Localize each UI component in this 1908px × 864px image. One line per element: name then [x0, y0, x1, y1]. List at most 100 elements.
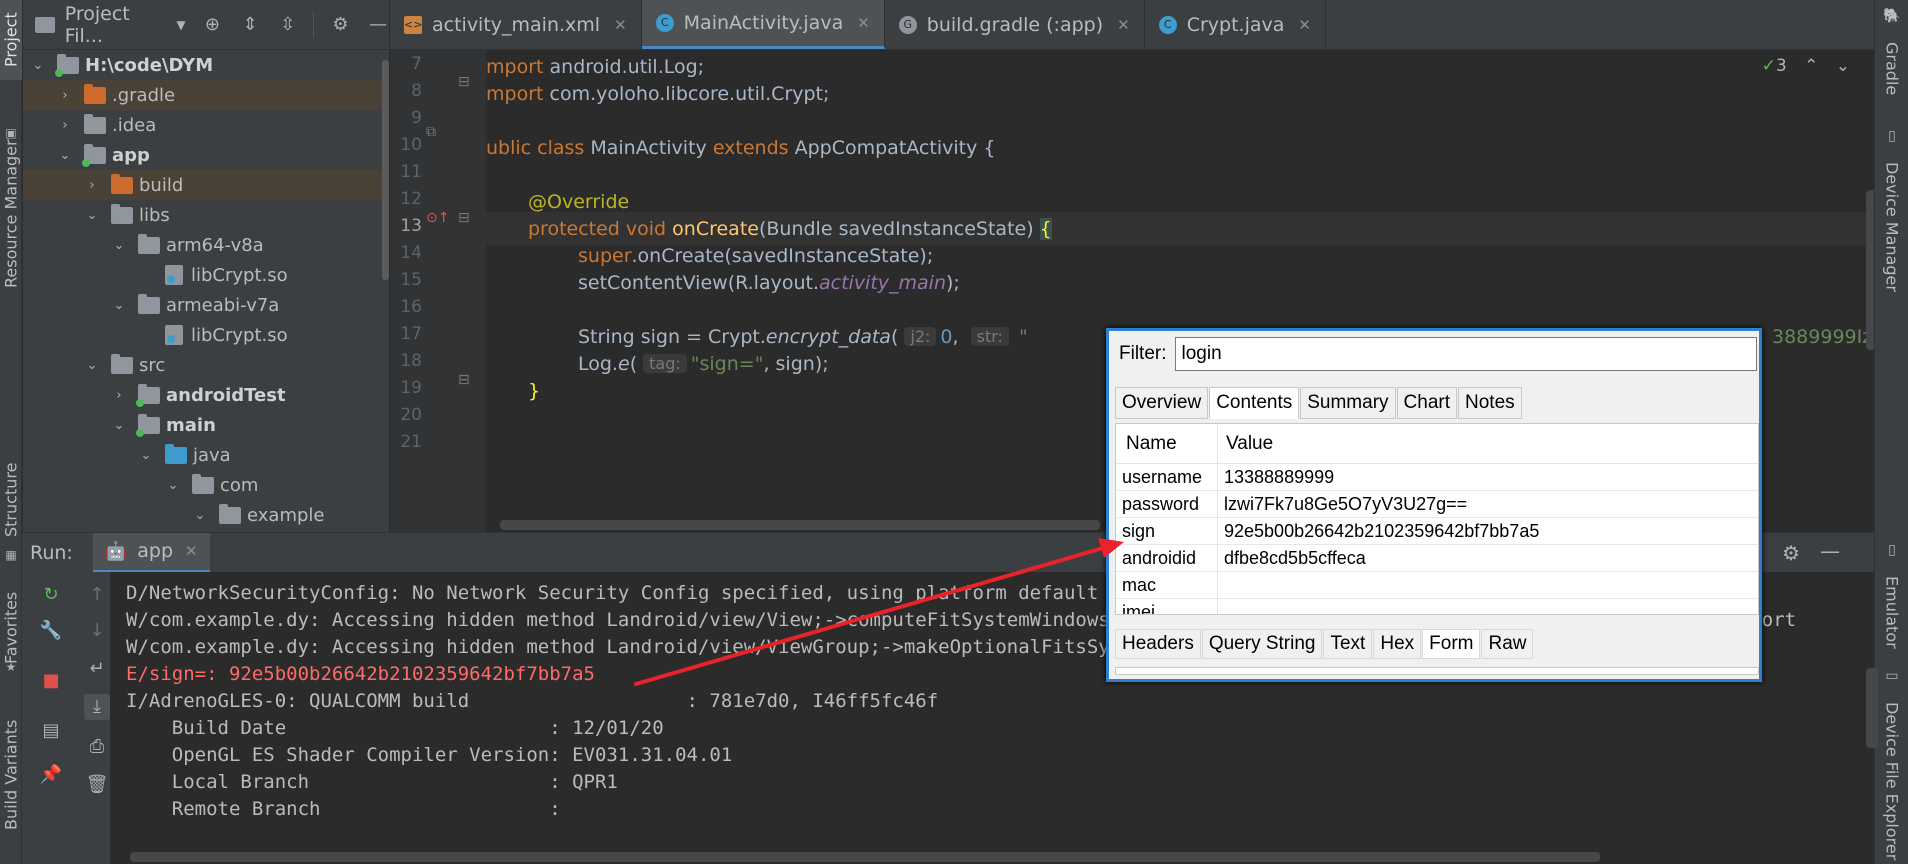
chevron-down-icon[interactable]: ▼ [176, 18, 185, 32]
tree-item[interactable]: › build [23, 170, 389, 200]
table-row[interactable]: mac [1116, 572, 1758, 599]
gradle-tool-button[interactable]: Gradle [1875, 16, 1908, 106]
class-marker-icon[interactable]: ⧉ [426, 124, 436, 140]
arrow-down-icon[interactable]: ↓ [84, 618, 110, 644]
tab-headers[interactable]: Headers [1115, 629, 1201, 659]
tree-item[interactable]: ⌄ example [23, 500, 389, 530]
minimize-icon[interactable]: — [1820, 539, 1840, 563]
table-row[interactable]: password lzwi7Fk7u8Ge5O7yV3U27g== [1116, 491, 1758, 518]
gear-icon[interactable]: ⚙ [1782, 541, 1800, 565]
tree-item[interactable]: ⌄ arm64-v8a [23, 230, 389, 260]
tree-item[interactable]: ⌄ com [23, 470, 389, 500]
gear-icon[interactable]: ⚙ [330, 14, 352, 36]
structure-tool-button[interactable]: Structure [0, 452, 22, 548]
tab-chart[interactable]: Chart [1396, 387, 1457, 419]
editor-horizontal-scrollbar[interactable] [500, 520, 1100, 530]
fold-marker-icon[interactable]: ⊟ [458, 74, 470, 90]
chevron-down-icon[interactable]: ⌄ [139, 448, 153, 463]
soft-wrap-icon[interactable]: ↵ [84, 656, 110, 682]
chevron-right-icon[interactable]: › [58, 88, 72, 103]
tab-query-string[interactable]: Query String [1201, 629, 1323, 659]
editor-tab[interactable]: Gbuild.gradle (:app) ✕ [885, 0, 1145, 49]
device-file-explorer-tool-button[interactable]: Device File Explorer [1875, 676, 1908, 862]
tree-item[interactable]: libCrypt.so [23, 320, 389, 350]
stop-icon[interactable]: ■ [38, 668, 64, 694]
tab-text[interactable]: Text [1323, 629, 1373, 659]
collapse-all-icon[interactable]: ⇳ [277, 14, 299, 36]
table-row[interactable]: androidid dfbe8cd5b5cffeca [1116, 545, 1758, 572]
chevron-down-icon[interactable]: ⌄ [112, 418, 126, 433]
console-horizontal-scrollbar[interactable] [130, 852, 1600, 862]
project-view-selector[interactable]: Project Fil... [65, 3, 173, 47]
chevron-right-icon[interactable]: › [112, 388, 126, 403]
chevron-down-icon[interactable]: ⌄ [112, 238, 126, 253]
table-row[interactable]: imei [1116, 599, 1758, 614]
filter-input[interactable] [1174, 337, 1757, 371]
locate-target-icon[interactable]: ⊕ [202, 14, 224, 36]
column-header-name[interactable]: Name [1116, 424, 1218, 463]
pin-icon[interactable]: 📌 [38, 762, 64, 788]
close-icon[interactable]: ✕ [614, 16, 627, 34]
chevron-down-icon[interactable]: ⌄ [31, 58, 45, 73]
layout-icon[interactable]: ▤ [38, 718, 64, 744]
chevron-up-icon[interactable]: ⌃ [1804, 56, 1818, 76]
close-icon[interactable]: ✕ [185, 542, 198, 560]
tree-item[interactable]: › .gradle [23, 80, 389, 110]
tree-item[interactable]: ⌄ main [23, 410, 389, 440]
override-marker-icon[interactable]: ⊙↑ [426, 210, 449, 226]
editor-tab[interactable]: C Crypt.java ✕ [1145, 0, 1326, 49]
rerun-icon[interactable]: ↻ [38, 582, 64, 608]
fold-marker-icon[interactable]: ⊟ [458, 210, 470, 226]
print-icon[interactable]: ⎙ [84, 734, 110, 760]
tree-item[interactable]: ⌄ libs [23, 200, 389, 230]
tree-item[interactable]: › .idea [23, 110, 389, 140]
console-vertical-scrollbar[interactable] [1866, 668, 1878, 748]
tab-form[interactable]: Form [1422, 629, 1481, 659]
trash-icon[interactable]: 🗑 [84, 772, 110, 798]
device-manager-tool-button[interactable]: Device Manager [1875, 136, 1908, 296]
chevron-down-icon[interactable]: ⌄ [166, 478, 180, 493]
editor-tab[interactable]: C MainActivity.java ✕ [641, 0, 885, 49]
tab-raw[interactable]: Raw [1481, 629, 1534, 659]
arrow-up-icon[interactable]: ↑ [84, 582, 110, 608]
chevron-down-icon[interactable]: ⌄ [85, 208, 99, 223]
chevron-right-icon[interactable]: › [85, 178, 99, 193]
column-header-value[interactable]: Value [1218, 433, 1273, 455]
tree-item[interactable]: ⌄ app [23, 140, 389, 170]
tab-overview[interactable]: Overview [1115, 387, 1209, 419]
expand-all-icon[interactable]: ⇕ [239, 14, 261, 36]
tree-item[interactable]: ⌄ H:\code\DYM [23, 50, 389, 80]
inspection-widget[interactable]: ✓3 ⌃ ⌄ [1762, 56, 1850, 76]
tree-item[interactable]: ⌄ java [23, 440, 389, 470]
tree-item[interactable]: ⌄ armeabi-v7a [23, 290, 389, 320]
table-row[interactable]: username 13388889999 [1116, 464, 1758, 491]
project-tool-button[interactable]: Project [0, 0, 22, 80]
tab-summary[interactable]: Summary [1300, 387, 1396, 419]
hide-panel-icon[interactable]: — [367, 14, 389, 36]
wrench-icon[interactable]: 🔧 [38, 618, 64, 644]
resource-manager-tool-button[interactable]: Resource Manager [0, 140, 22, 289]
tree-scrollbar[interactable] [382, 60, 389, 280]
chevron-down-icon[interactable]: ⌄ [1836, 56, 1850, 76]
chevron-right-icon[interactable]: › [58, 118, 72, 133]
run-tab-app[interactable]: 🤖 app ✕ [92, 532, 210, 573]
chevron-down-icon[interactable]: ⌄ [85, 358, 99, 373]
tree-item[interactable]: ⌄ src [23, 350, 389, 380]
scroll-to-end-icon[interactable]: ⤓ [84, 694, 110, 720]
tab-notes[interactable]: Notes [1458, 387, 1522, 419]
table-row[interactable]: sign 92e5b00b26642b2102359642bf7bb7a5 [1116, 518, 1758, 545]
chevron-down-icon[interactable]: ⌄ [58, 148, 72, 163]
tab-hex[interactable]: Hex [1373, 629, 1422, 659]
chevron-down-icon[interactable]: ⌄ [112, 298, 126, 313]
chevron-down-icon[interactable]: ⌄ [193, 508, 207, 523]
close-icon[interactable]: ✕ [857, 14, 870, 32]
tree-item[interactable]: libCrypt.so [23, 260, 389, 290]
tab-contents[interactable]: Contents [1209, 387, 1300, 419]
editor-tab[interactable]: <> activity_main.xml ✕ [390, 0, 642, 49]
build-variants-tool-button[interactable]: Build Variants [0, 710, 22, 840]
close-icon[interactable]: ✕ [1298, 16, 1311, 34]
emulator-tool-button[interactable]: Emulator [1875, 550, 1908, 662]
close-icon[interactable]: ✕ [1117, 16, 1130, 34]
fold-marker-icon[interactable]: ⊟ [458, 372, 470, 388]
tree-item[interactable]: › androidTest [23, 380, 389, 410]
